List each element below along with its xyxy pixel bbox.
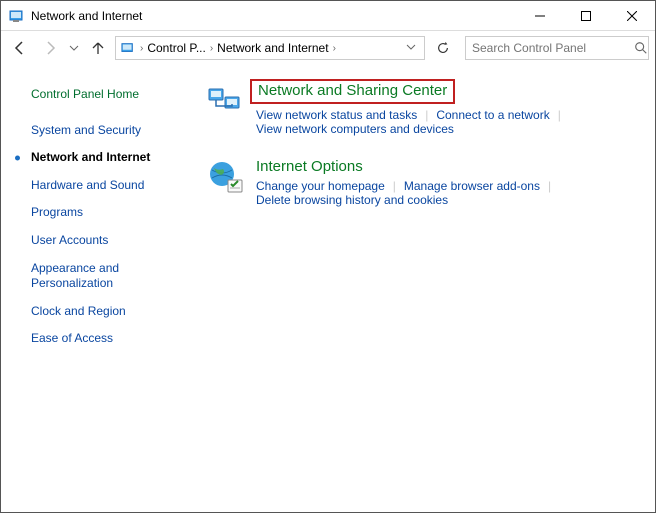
- sidebar-item-programs[interactable]: Programs: [21, 199, 202, 227]
- search-input[interactable]: [466, 41, 633, 55]
- control-panel-icon: [9, 8, 25, 24]
- breadcrumb-network-internet[interactable]: Network and Internet: [217, 41, 328, 55]
- address-dropdown-button[interactable]: [406, 41, 420, 55]
- sidebar-item-system-security[interactable]: System and Security: [21, 117, 202, 145]
- window-controls: [517, 1, 655, 31]
- window-title: Network and Internet: [31, 9, 142, 23]
- chevron-right-icon[interactable]: ›: [208, 43, 215, 54]
- task-view-computers[interactable]: View network computers and devices: [256, 122, 462, 136]
- chevron-right-icon[interactable]: ›: [331, 43, 338, 54]
- sidebar-item-ease-of-access[interactable]: Ease of Access: [21, 325, 202, 353]
- up-button[interactable]: [85, 35, 111, 61]
- sidebar-item-hardware-sound[interactable]: Hardware and Sound: [21, 172, 202, 200]
- sidebar-item-clock-region[interactable]: Clock and Region: [21, 298, 202, 326]
- sidebar-item-appearance[interactable]: Appearance and Personalization: [21, 255, 202, 298]
- task-delete-history[interactable]: Delete browsing history and cookies: [256, 193, 456, 207]
- refresh-button[interactable]: [429, 36, 457, 60]
- control-panel-icon: [120, 40, 136, 56]
- task-manage-addons[interactable]: Manage browser add-ons: [404, 179, 548, 193]
- forward-button[interactable]: [37, 35, 63, 61]
- maximize-button[interactable]: [563, 1, 609, 31]
- toolbar: › Control P... › Network and Internet ›: [1, 31, 655, 65]
- sidebar: Control Panel Home System and Security N…: [1, 65, 206, 512]
- content-pane: Network and Sharing Center View network …: [206, 65, 655, 512]
- sidebar-home[interactable]: Control Panel Home: [21, 81, 202, 109]
- chevron-right-icon[interactable]: ›: [138, 43, 145, 54]
- address-bar[interactable]: › Control P... › Network and Internet ›: [115, 36, 425, 60]
- task-view-status[interactable]: View network status and tasks: [256, 108, 425, 122]
- content-body: Control Panel Home System and Security N…: [1, 65, 655, 512]
- close-button[interactable]: [609, 1, 655, 31]
- internet-options-link[interactable]: Internet Options: [256, 158, 363, 175]
- category-internet-options: Internet Options Change your homepage | …: [206, 158, 639, 207]
- back-button[interactable]: [7, 35, 33, 61]
- internet-options-icon[interactable]: [206, 158, 246, 198]
- category-network-sharing: Network and Sharing Center View network …: [206, 81, 639, 136]
- search-box[interactable]: [465, 36, 649, 60]
- minimize-button[interactable]: [517, 1, 563, 31]
- task-connect-network[interactable]: Connect to a network: [436, 108, 557, 122]
- search-icon[interactable]: [633, 41, 648, 55]
- network-sharing-icon[interactable]: [206, 81, 246, 121]
- sidebar-item-user-accounts[interactable]: User Accounts: [21, 227, 202, 255]
- network-sharing-center-link[interactable]: Network and Sharing Center: [250, 79, 455, 104]
- titlebar: Network and Internet: [1, 1, 655, 31]
- sidebar-item-network-internet[interactable]: Network and Internet: [21, 144, 202, 172]
- task-change-homepage[interactable]: Change your homepage: [256, 179, 393, 193]
- recent-locations-button[interactable]: [67, 43, 81, 53]
- breadcrumb-control-panel[interactable]: Control P...: [147, 41, 205, 55]
